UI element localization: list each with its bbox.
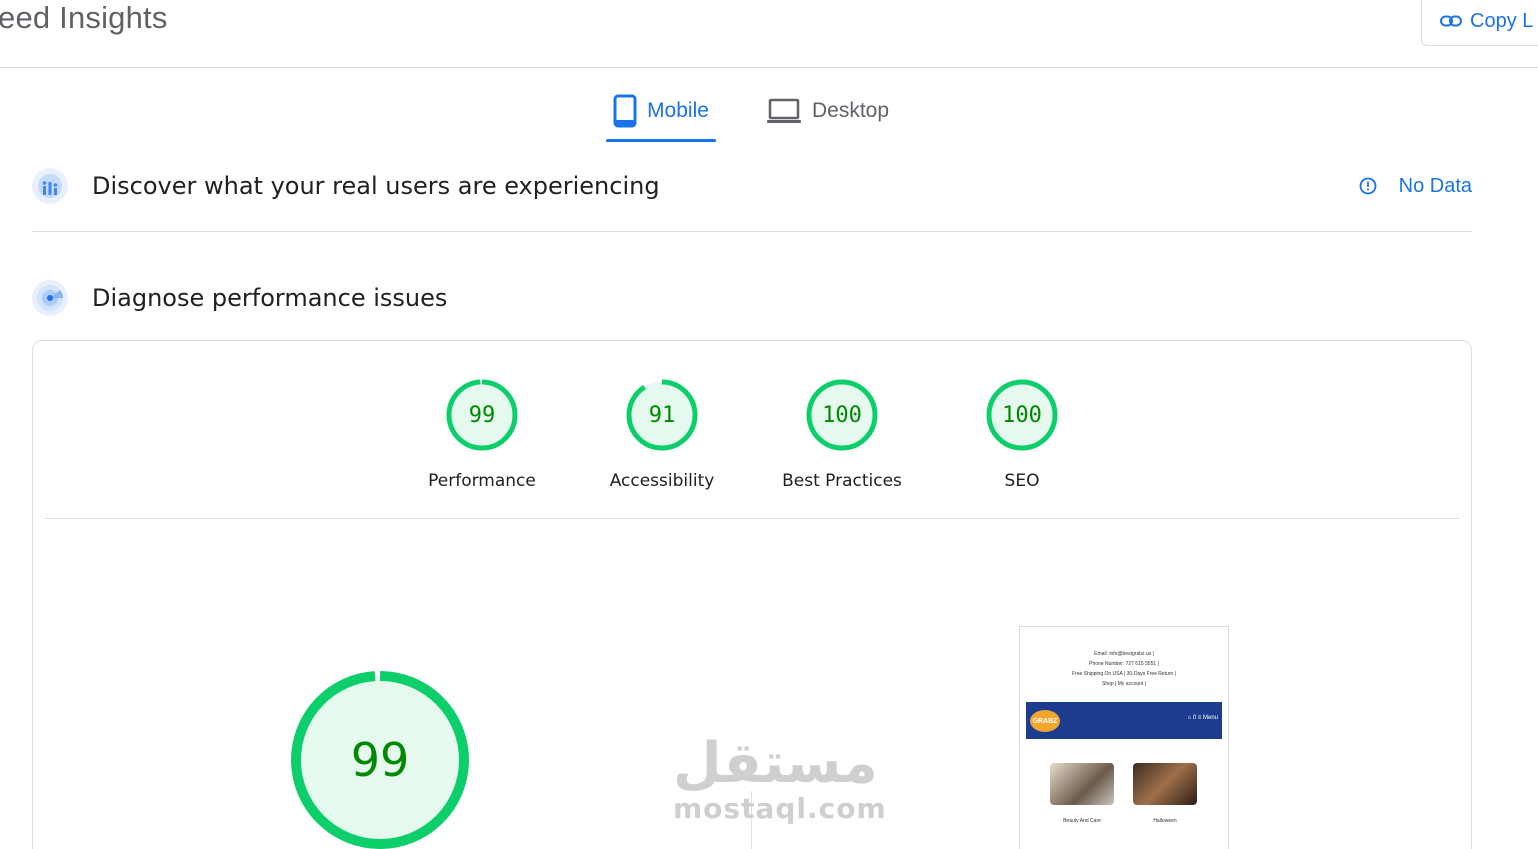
no-data-link[interactable]: No Data bbox=[1359, 168, 1472, 204]
users-chart-icon bbox=[32, 168, 68, 204]
page-screenshot: Email: info@bestgrabz.us | Phone Number:… bbox=[1019, 626, 1229, 849]
watermark: مستقل mostaql.com bbox=[673, 731, 887, 826]
info-icon bbox=[1359, 177, 1377, 195]
gauge-seo-label: SEO bbox=[1004, 471, 1040, 491]
gauge-accessibility[interactable]: 91 Accessibility bbox=[582, 377, 742, 491]
gauge-performance-ring: 99 bbox=[446, 379, 518, 451]
tab-desktop[interactable]: Desktop bbox=[766, 80, 916, 142]
category-label: Beauty And Care bbox=[1063, 818, 1101, 824]
real-users-title: Discover what your real users are experi… bbox=[92, 172, 660, 200]
score-gauges: 99 Performance 91 Accessibility 100 Best… bbox=[33, 341, 1471, 519]
real-users-section: Discover what your real users are experi… bbox=[32, 168, 1472, 204]
laptop-icon bbox=[767, 98, 801, 123]
section-divider bbox=[32, 231, 1472, 232]
gauge-best-practices-label: Best Practices bbox=[782, 471, 902, 491]
gauge-performance[interactable]: 99 Performance bbox=[402, 377, 562, 491]
gauge-performance-label: Performance bbox=[428, 471, 536, 491]
screenshot-navbar: GRABZ ⌂ 0 ≡ Menu bbox=[1026, 702, 1222, 739]
card-divider bbox=[45, 518, 1459, 519]
screenshot-logo: GRABZ bbox=[1030, 710, 1060, 732]
big-performance-value: 99 bbox=[351, 733, 410, 787]
no-data-label: No Data bbox=[1398, 174, 1472, 197]
watermark-latin: mostaql.com bbox=[673, 792, 887, 825]
phone-icon bbox=[613, 94, 637, 128]
category-thumbnail bbox=[1133, 763, 1197, 805]
tab-mobile[interactable]: Mobile bbox=[606, 80, 716, 142]
link-icon bbox=[1440, 15, 1462, 27]
screenshot-category: Halloween bbox=[1133, 763, 1197, 824]
gauge-accessibility-ring: 91 bbox=[626, 379, 698, 451]
screenshot-category: Beauty And Care bbox=[1050, 763, 1114, 824]
screenshot-email: Email: info@bestgrabz.us | bbox=[1094, 651, 1154, 657]
screenshot-phone: Phone Number: 727 615 3551 | bbox=[1089, 661, 1159, 667]
screenshot-menu: ⌂ 0 ≡ Menu bbox=[1187, 715, 1219, 721]
tab-mobile-label: Mobile bbox=[647, 99, 709, 122]
gauge-accessibility-value: 91 bbox=[649, 403, 676, 428]
gauge-accessibility-label: Accessibility bbox=[609, 471, 715, 491]
category-label: Halloween bbox=[1153, 818, 1177, 824]
copy-link-button[interactable]: Copy L bbox=[1421, 0, 1538, 46]
category-thumbnail bbox=[1050, 763, 1114, 805]
gauge-performance-value: 99 bbox=[469, 403, 496, 428]
gauge-seo-value: 100 bbox=[1002, 403, 1042, 428]
gauge-seo-ring: 100 bbox=[986, 379, 1058, 451]
gauge-seo[interactable]: 100 SEO bbox=[942, 377, 1102, 491]
tab-desktop-label: Desktop bbox=[812, 99, 890, 122]
gauge-best-practices[interactable]: 100 Best Practices bbox=[762, 377, 922, 491]
gauge-best-practices-ring: 100 bbox=[806, 379, 878, 451]
app-title: eed Insights bbox=[0, 0, 168, 35]
big-performance-gauge: 99 bbox=[290, 670, 470, 849]
active-tab-indicator bbox=[606, 139, 716, 142]
top-bar: eed Insights Copy L bbox=[0, 0, 1538, 68]
screenshot-menu-label: Menu bbox=[1202, 715, 1218, 721]
screenshot-cart-count: 0 bbox=[1192, 715, 1197, 721]
report-card: 99 Performance 91 Accessibility 100 Best… bbox=[32, 340, 1472, 849]
screenshot-links: Shop | My account | bbox=[1101, 681, 1146, 687]
copy-link-label: Copy L bbox=[1470, 9, 1534, 32]
watermark-arabic: مستقل bbox=[673, 731, 878, 796]
screenshot-top-info: Email: info@bestgrabz.us | Phone Number:… bbox=[1020, 649, 1228, 689]
diagnose-title: Diagnose performance issues bbox=[92, 284, 448, 312]
gauge-best-practices-value: 100 bbox=[822, 403, 862, 428]
screenshot-shipping: Free Shipping On USA | 30-Days Free Retu… bbox=[1071, 671, 1177, 677]
radar-icon bbox=[32, 280, 68, 316]
diagnose-section: Diagnose performance issues bbox=[32, 280, 1472, 316]
device-tabs: Mobile Desktop bbox=[0, 80, 1538, 142]
